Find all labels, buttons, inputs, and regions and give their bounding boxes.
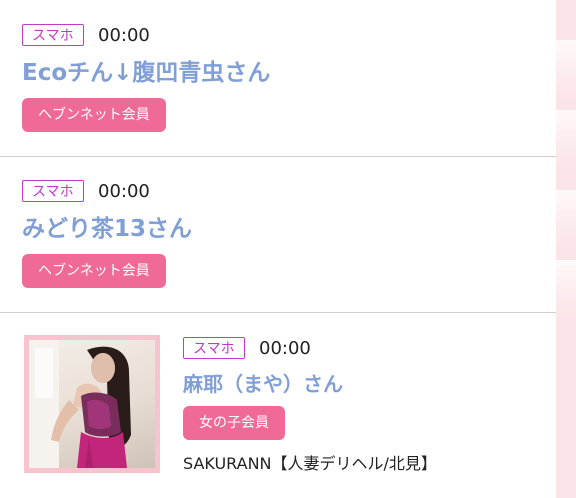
photo-image [29,340,155,468]
poster-name[interactable]: みどり茶13さん [22,214,192,244]
feed-entry[interactable]: スマホ 00:00 Ecoチん↓腹凹青虫さん ヘブンネット会員 [0,0,556,157]
post-time: 00:00 [98,25,150,46]
member-badge[interactable]: ヘブンネット会員 [22,98,166,132]
device-badge: スマホ [22,24,84,46]
member-badge[interactable]: 女の子会員 [183,406,285,440]
girl-photo-thumbnail[interactable] [24,335,160,473]
feed-entry[interactable]: スマホ 00:00 麻耶（まや）さん 女の子会員 SAKURANN【人妻デリヘル… [0,313,556,498]
poster-name[interactable]: 麻耶（まや）さん [183,369,343,399]
post-time: 00:00 [98,181,150,202]
device-badge: スマホ [183,337,245,359]
shop-name[interactable]: SAKURANN【人妻デリヘル/北見】 [183,450,437,474]
device-badge: スマホ [22,180,84,202]
post-feed: スマホ 00:00 Ecoチん↓腹凹青虫さん ヘブンネット会員 スマホ 00:0… [0,0,556,498]
poster-name[interactable]: Ecoチん↓腹凹青虫さん [22,58,270,88]
feed-entry[interactable]: スマホ 00:00 みどり茶13さん ヘブンネット会員 [0,157,556,313]
decorative-side-strip [556,0,576,498]
member-badge[interactable]: ヘブンネット会員 [22,254,166,288]
post-time: 00:00 [259,338,311,359]
